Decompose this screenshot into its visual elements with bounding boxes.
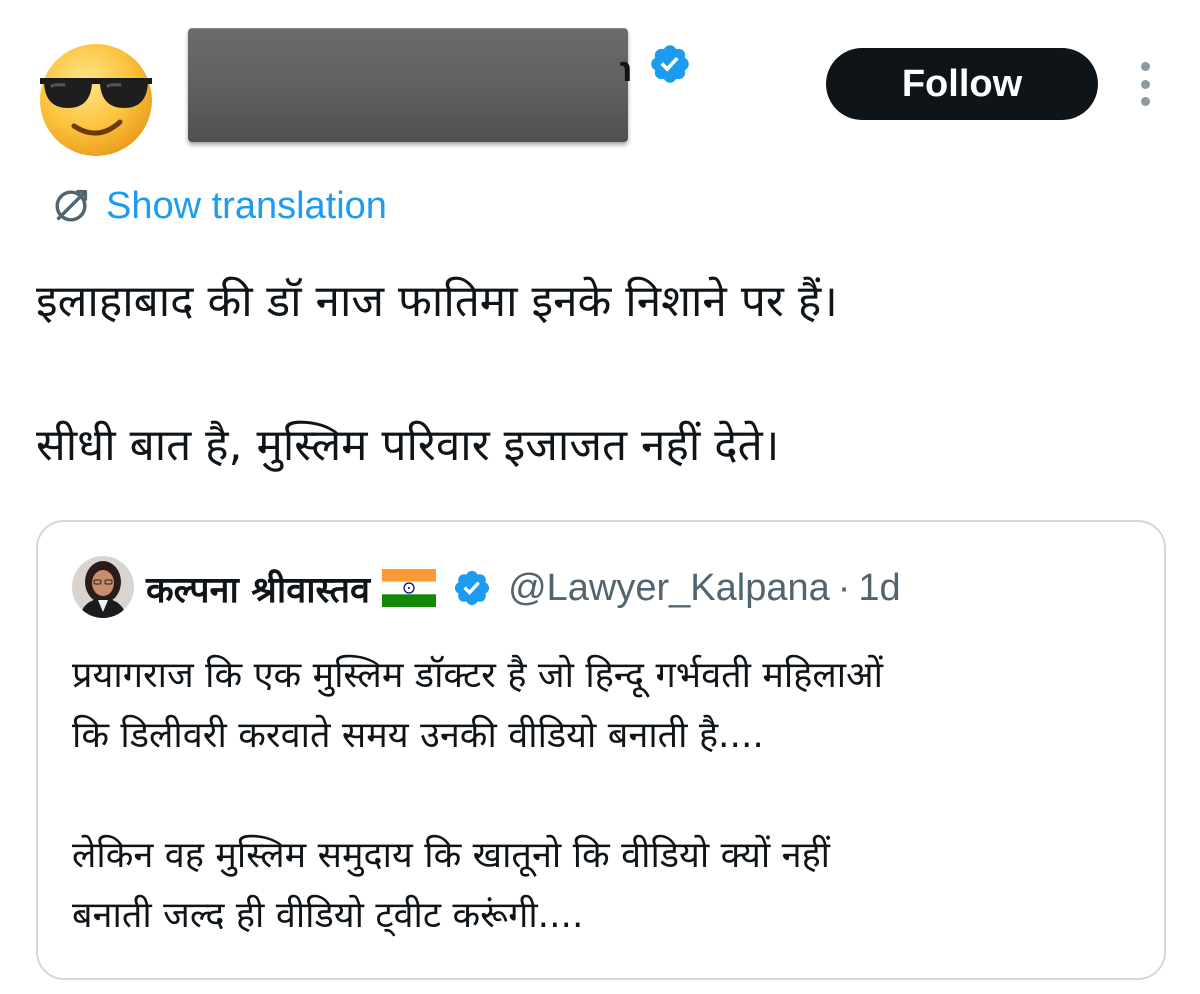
verified-badge-icon — [454, 570, 490, 606]
quoted-tweet-text: प्रयागराज कि एक मुस्लिम डॉक्टर है जो हिन… — [72, 646, 1142, 946]
quoted-author-name[interactable]: कल्पना श्रीवास्तव — [146, 564, 370, 613]
quoted-timestamp[interactable]: 1d — [858, 567, 900, 610]
quoted-tweet-card[interactable]: कल्पना श्रीवास्तव @Lawyer_Kalpana · 1d प… — [36, 520, 1166, 980]
author-avatar[interactable] — [34, 38, 158, 158]
india-flag-icon — [382, 569, 437, 607]
quoted-line: बनाती जल्द ही वीडियो ट्वीट करूंगी.... — [72, 895, 584, 936]
more-vertical-icon[interactable] — [1132, 62, 1158, 106]
show-translation-link[interactable]: Show translation — [48, 180, 387, 232]
follow-button[interactable]: Follow — [826, 48, 1098, 120]
tweet-line: इलाहाबाद की डॉ नाज फातिमा इनके निशाने पर… — [36, 276, 838, 327]
sunglasses-emoji-icon — [40, 44, 152, 156]
author-name-redacted — [188, 28, 628, 142]
quoted-author-handle[interactable]: @Lawyer_Kalpana — [508, 567, 830, 610]
tweet-line: सीधी बात है, मुस्लिम परिवार इजाजत नहीं द… — [36, 420, 780, 471]
quoted-line: प्रयागराज कि एक मुस्लिम डॉक्टर है जो हिन… — [72, 655, 883, 696]
show-translation-label: Show translation — [106, 184, 387, 227]
quoted-tweet-header: कल्पना श्रीवास्तव @Lawyer_Kalpana · 1d — [146, 558, 901, 618]
separator-dot: · — [837, 566, 851, 609]
translate-globe-icon — [55, 189, 88, 222]
quoted-line: कि डिलीवरी करवाते समय उनकी वीडियो बनाती … — [72, 715, 764, 756]
author-name-tail: n — [620, 48, 632, 84]
user-photo-avatar-icon — [72, 556, 134, 618]
quoted-line: लेकिन वह मुस्लिम समुदाय कि खातूनो कि वीड… — [72, 835, 831, 876]
tweet-text: इलाहाबाद की डॉ नाज फातिमा इनके निशाने पर… — [36, 266, 1166, 482]
quoted-author-avatar[interactable] — [72, 556, 134, 618]
verified-badge-icon — [648, 42, 692, 86]
